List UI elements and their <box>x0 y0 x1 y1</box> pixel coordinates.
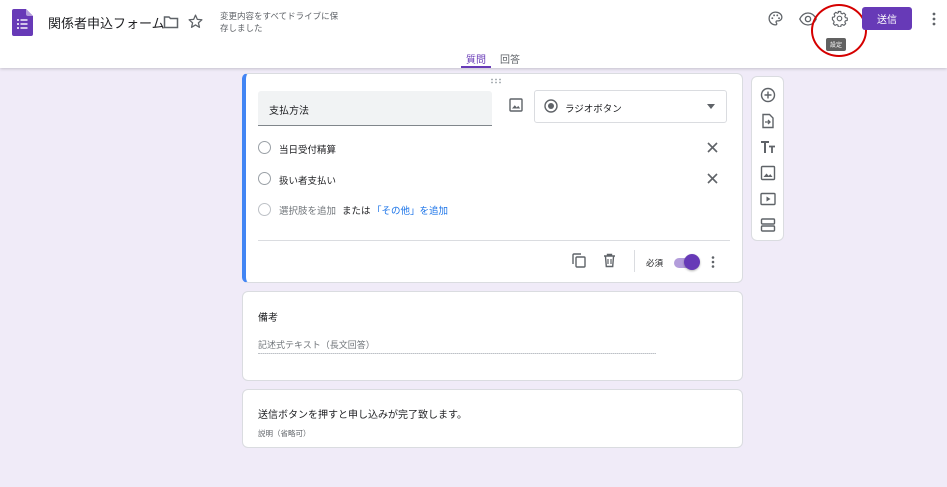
floating-toolbar <box>751 76 784 241</box>
preview-eye-icon[interactable] <box>799 11 817 27</box>
drag-handle-icon[interactable] <box>490 78 502 84</box>
duplicate-icon[interactable] <box>572 253 586 268</box>
required-toggle-thumb[interactable] <box>684 254 700 270</box>
text-item-description[interactable]: 説明（省略可） <box>258 428 311 439</box>
text-item-title[interactable]: 送信ボタンを押すと申し込みが完了致します。 <box>258 406 467 421</box>
card-divider <box>258 240 730 241</box>
gear-icon[interactable] <box>831 10 848 27</box>
forms-logo-icon[interactable] <box>12 9 33 36</box>
question-type-select[interactable]: ラジオボタン <box>534 90 727 123</box>
dropdown-arrow-icon <box>707 104 715 109</box>
note-question-title[interactable]: 備考 <box>258 309 278 324</box>
toolbar-divider <box>634 250 635 272</box>
save-status: 変更内容をすべてドライブに保存しました <box>220 12 339 34</box>
question-card[interactable]: 支払方法 ラジオボタン 当日受付精算 扱い者支払い 選択肢を追加 または 「その… <box>242 73 743 283</box>
add-option-link[interactable]: 選択肢を追加 <box>279 203 336 217</box>
section-icon[interactable] <box>760 217 776 233</box>
or-text: または <box>342 206 371 217</box>
tab-questions[interactable]: 質問 <box>466 51 486 66</box>
delete-icon[interactable] <box>603 253 616 268</box>
settings-tooltip: 設定 <box>826 38 847 51</box>
star-icon[interactable] <box>187 13 204 30</box>
add-option-radio-circle <box>258 203 271 216</box>
palette-icon[interactable] <box>767 10 784 27</box>
add-image-icon[interactable] <box>509 98 523 112</box>
tab-responses[interactable]: 回答 <box>500 51 520 66</box>
image-icon[interactable] <box>760 165 776 181</box>
app-header: 関係者申込フォーム 変更内容をすべてドライブに保存しました 設定 送信 質問 回… <box>0 0 947 68</box>
long-answer-underline <box>258 353 656 354</box>
more-vert-icon[interactable] <box>709 255 717 269</box>
question-type-label: ラジオボタン <box>565 104 622 115</box>
active-tab-indicator <box>461 66 491 68</box>
required-label: 必須 <box>646 259 664 269</box>
title-icon[interactable] <box>760 139 776 155</box>
question-title-text: 支払方法 <box>269 106 309 117</box>
import-icon[interactable] <box>760 113 776 129</box>
text-item-card[interactable]: 送信ボタンを押すと申し込みが完了致します。 説明（省略可） <box>242 389 743 448</box>
add-other-link[interactable]: 「その他」を追加 <box>372 203 448 217</box>
remove-option-icon[interactable] <box>707 173 718 184</box>
folder-icon[interactable] <box>163 14 179 30</box>
more-vert-icon[interactable] <box>928 11 940 27</box>
add-circle-icon[interactable] <box>760 87 776 103</box>
form-title[interactable]: 関係者申込フォーム <box>48 13 165 32</box>
send-button[interactable]: 送信 <box>862 7 912 30</box>
video-icon[interactable] <box>760 191 776 207</box>
remove-option-icon[interactable] <box>707 142 718 153</box>
radio-button-icon <box>544 99 558 113</box>
question-title-input[interactable]: 支払方法 <box>258 91 492 126</box>
option-label[interactable]: 扱い者支払い <box>279 173 336 187</box>
long-answer-placeholder: 記述式テキスト（長文回答） <box>258 341 375 351</box>
option-radio-circle <box>258 141 271 154</box>
option-radio-circle <box>258 172 271 185</box>
note-question-card[interactable]: 備考 記述式テキスト（長文回答） <box>242 291 743 381</box>
option-label[interactable]: 当日受付精算 <box>279 142 336 156</box>
